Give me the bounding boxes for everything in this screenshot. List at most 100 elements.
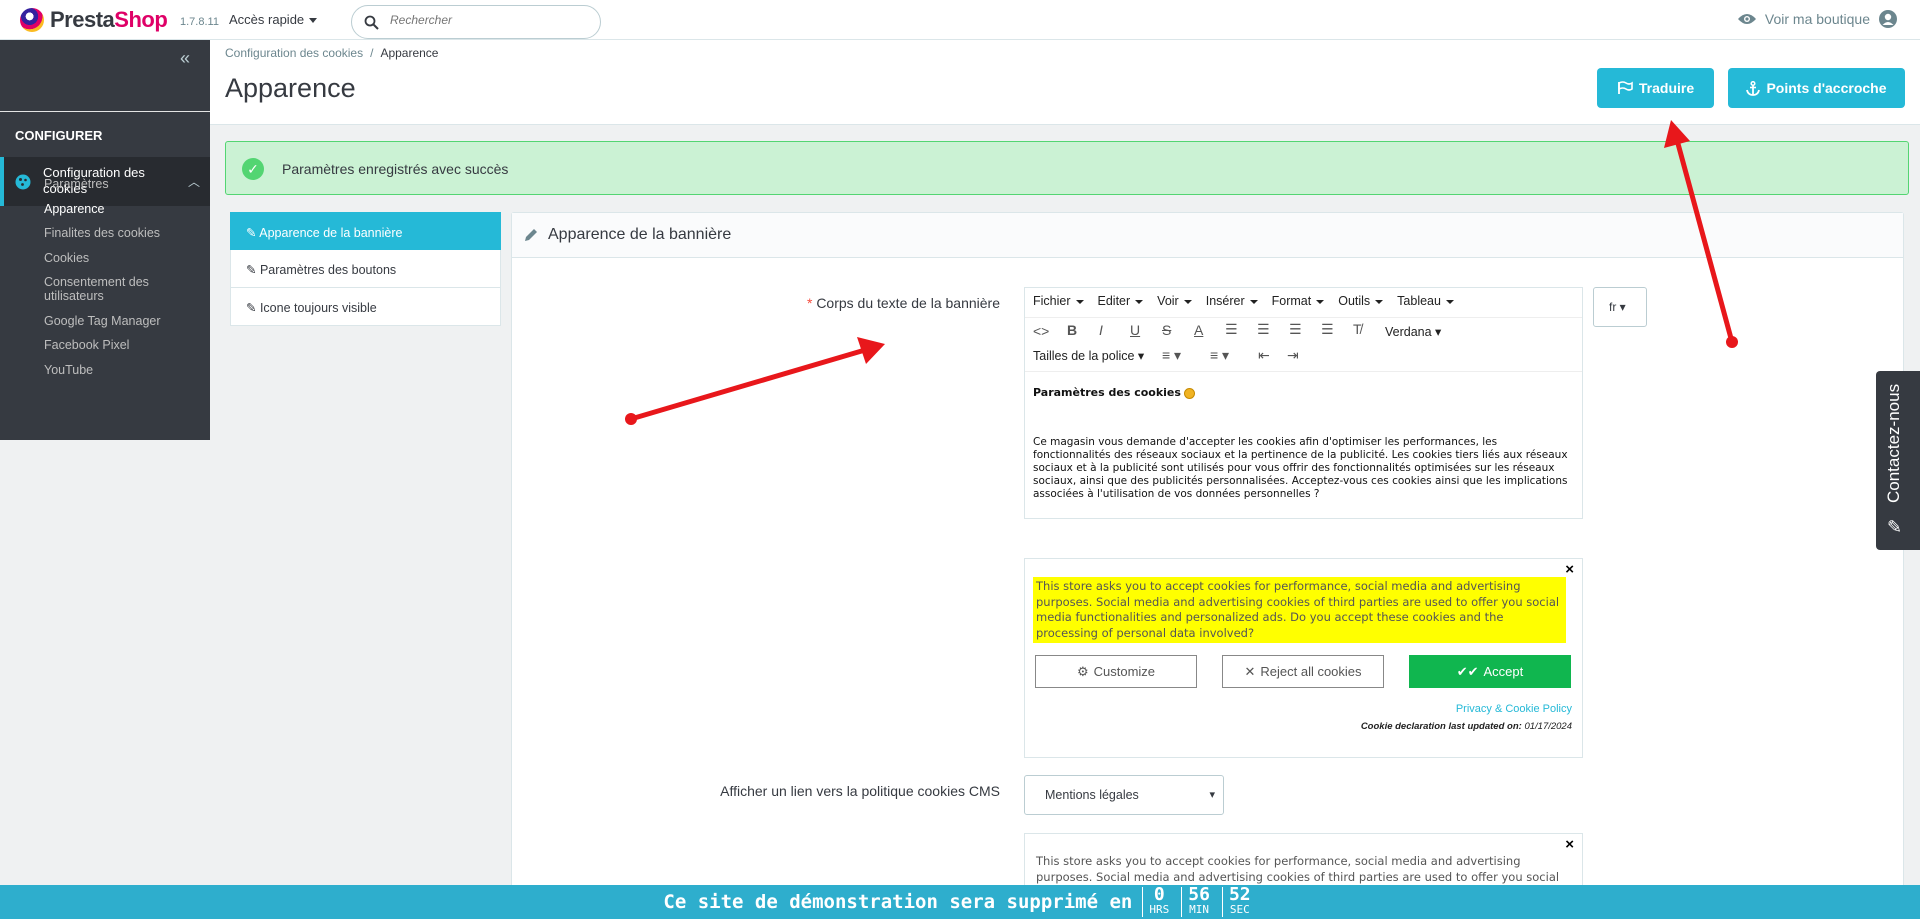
sliders-icon: ⚙ — [1076, 663, 1089, 679]
align-left-icon[interactable]: ☰ — [1225, 321, 1238, 338]
hooks-label: Points d'accroche — [1766, 80, 1887, 96]
editor-content[interactable]: Paramètres des cookies Ce magasin vous d… — [1025, 372, 1582, 515]
view-shop-link[interactable]: Voir ma boutique — [1737, 9, 1898, 29]
panel-title: Apparence de la bannière — [548, 226, 732, 243]
menu-tableau[interactable]: Tableau — [1397, 294, 1454, 317]
menu-format[interactable]: Format — [1272, 294, 1325, 317]
settings-tabs: ✎ Apparence de la bannière ✎ Paramètres … — [230, 212, 501, 326]
indent-icon[interactable]: ⇥ — [1287, 347, 1299, 364]
submenu-item-facebook-pixel[interactable]: Facebook Pixel — [44, 338, 164, 352]
success-message: Paramètres enregistrés avec succès — [282, 161, 509, 177]
search-box[interactable] — [351, 5, 601, 39]
align-center-icon[interactable]: ☰ — [1257, 321, 1270, 338]
prestashop-logo[interactable]: PrestaShop — [20, 7, 168, 33]
cms-link-label: Afficher un lien vers la politique cooki… — [720, 783, 1000, 799]
submenu-item-parametres[interactable]: Paramètres — [44, 177, 164, 191]
declaration-label: Cookie declaration last updated on: — [1360, 721, 1522, 732]
cookie-icon — [15, 174, 31, 190]
contact-us-tab[interactable]: Contactez-nous ✎ — [1876, 371, 1920, 550]
hooks-button[interactable]: Points d'accroche — [1728, 68, 1905, 108]
minutes-unit: MIN — [1189, 903, 1210, 916]
menu-editer[interactable]: Editer — [1098, 294, 1144, 317]
translate-button[interactable]: Traduire — [1597, 68, 1714, 108]
menu-voir[interactable]: Voir — [1157, 294, 1192, 317]
strikethrough-icon[interactable]: S — [1162, 322, 1171, 338]
quick-access-dropdown[interactable]: Accès rapide — [229, 12, 317, 27]
align-right-icon[interactable]: ☰ — [1289, 321, 1302, 338]
sidebar-section-title: CONFIGURER — [15, 128, 103, 143]
language-selector[interactable]: fr ▾ — [1593, 287, 1647, 327]
translate-label: Traduire — [1638, 80, 1695, 96]
source-code-icon[interactable]: <> — [1033, 323, 1049, 339]
contact-us-label: Contactez-nous — [1884, 383, 1903, 503]
hours-value: 0 — [1153, 884, 1165, 905]
sidebar-divider — [0, 111, 210, 112]
collapse-sidebar-icon[interactable]: « — [180, 48, 190, 69]
privacy-policy-link[interactable]: Privacy & Cookie Policy — [1456, 703, 1572, 715]
reject-all-button[interactable]: ✕ Reject all cookies — [1222, 655, 1384, 688]
success-alert: ✓ Paramètres enregistrés avec succès — [225, 141, 1909, 195]
page-header: Configuration des cookies / Apparence Appa… — [210, 40, 1920, 125]
menu-inserer[interactable]: Insérer — [1206, 294, 1258, 317]
banner-text-label-text: Corps du texte de la bannière — [816, 295, 1000, 311]
editor-toolbar: <> B I U S A ☰ ☰ ☰ ☰ T̸ Verdana ▾ Taille… — [1025, 318, 1582, 372]
breadcrumb-current: Apparence — [380, 46, 439, 60]
banner-preview: × This store asks you to accept cookies … — [1024, 558, 1583, 758]
submenu-item-consentement[interactable]: Consentement des utilisateurs — [44, 275, 164, 303]
submenu-item-cookies[interactable]: Cookies — [44, 251, 164, 265]
view-shop-label: Voir ma boutique — [1764, 11, 1870, 27]
banner-text-label: * Corps du texte de la bannière — [807, 295, 1000, 311]
text-color-icon[interactable]: A — [1194, 322, 1203, 338]
check-circle-icon: ✓ — [242, 158, 264, 180]
close-icon[interactable]: × — [1565, 836, 1574, 853]
tab-label: Icone toujours visible — [259, 301, 377, 315]
tab-banner-appearance[interactable]: ✎ Apparence de la bannière — [230, 212, 501, 250]
customize-button[interactable]: ⚙ Customize — [1035, 655, 1197, 688]
submenu-item-finalites[interactable]: Finalites des cookies — [44, 226, 164, 240]
cookie-emoji-icon — [1183, 387, 1195, 399]
editor-body-text: Ce magasin vous demande d'accepter les c… — [1033, 436, 1568, 500]
submenu-item-apparence[interactable]: Apparence — [44, 202, 164, 216]
align-justify-icon[interactable]: ☰ — [1321, 321, 1334, 338]
tab-always-visible-icon[interactable]: ✎ Icone toujours visible — [230, 288, 501, 326]
pencil-icon: ✎ — [1887, 517, 1903, 537]
accept-label: Accept — [1483, 664, 1524, 679]
declaration-date: 01/17/2024 — [1524, 721, 1572, 732]
menu-outils[interactable]: Outils — [1338, 294, 1383, 317]
search-input[interactable] — [390, 13, 590, 27]
user-avatar-icon[interactable] — [1878, 9, 1898, 29]
numbered-list-icon[interactable]: ≡ ▾ — [1210, 347, 1229, 364]
hours-unit: HRS — [1149, 903, 1170, 916]
cookie-declaration: Cookie declaration last updated on: 01/1… — [1361, 721, 1572, 732]
font-family-select[interactable]: Verdana ▾ — [1385, 324, 1441, 339]
bullet-list-icon[interactable]: ≡ ▾ — [1162, 347, 1181, 364]
bold-icon[interactable]: B — [1067, 322, 1077, 338]
menu-fichier[interactable]: Fichier — [1033, 294, 1084, 317]
accept-button[interactable]: ✔✔ Accept — [1409, 655, 1571, 688]
breadcrumb-parent[interactable]: Configuration des cookies — [225, 46, 363, 60]
language-value: fr — [1609, 300, 1617, 314]
logo-text-suffix: Shop — [114, 7, 168, 32]
clear-format-icon[interactable]: T̸ — [1353, 321, 1362, 337]
rich-text-editor[interactable]: Fichier Editer Voir Insérer Format Outil… — [1024, 287, 1583, 519]
cms-page-select[interactable]: Mentions légales ▾ — [1024, 775, 1224, 815]
editor-heading-text: Paramètres des cookies — [1033, 386, 1181, 399]
close-icon[interactable]: × — [1565, 561, 1574, 578]
seconds-unit: SEC — [1229, 903, 1250, 916]
submenu-item-google-tag-manager[interactable]: Google Tag Manager — [44, 314, 164, 328]
font-size-select[interactable]: Tailles de la police ▾ — [1033, 348, 1144, 363]
outdent-icon[interactable]: ⇤ — [1258, 347, 1270, 364]
eye-icon — [1737, 14, 1756, 24]
submenu-item-youtube[interactable]: YouTube — [44, 363, 164, 377]
italic-icon[interactable]: I — [1099, 322, 1103, 338]
breadcrumb: Configuration des cookies / Apparence — [225, 46, 438, 60]
demo-countdown-bar: Ce site de démonstration sera supprimé e… — [0, 885, 1920, 919]
banner-appearance-panel: Apparence de la bannière * Corps du text… — [511, 212, 1904, 919]
panel-heading: Apparence de la bannière — [512, 213, 1903, 258]
font-size-label: Tailles de la police — [1033, 349, 1135, 363]
underline-icon[interactable]: U — [1130, 322, 1140, 338]
search-icon — [364, 15, 379, 30]
tab-button-settings[interactable]: ✎ Paramètres des boutons — [230, 250, 501, 288]
flag-icon — [1617, 81, 1633, 94]
required-marker: * — [806, 295, 813, 311]
